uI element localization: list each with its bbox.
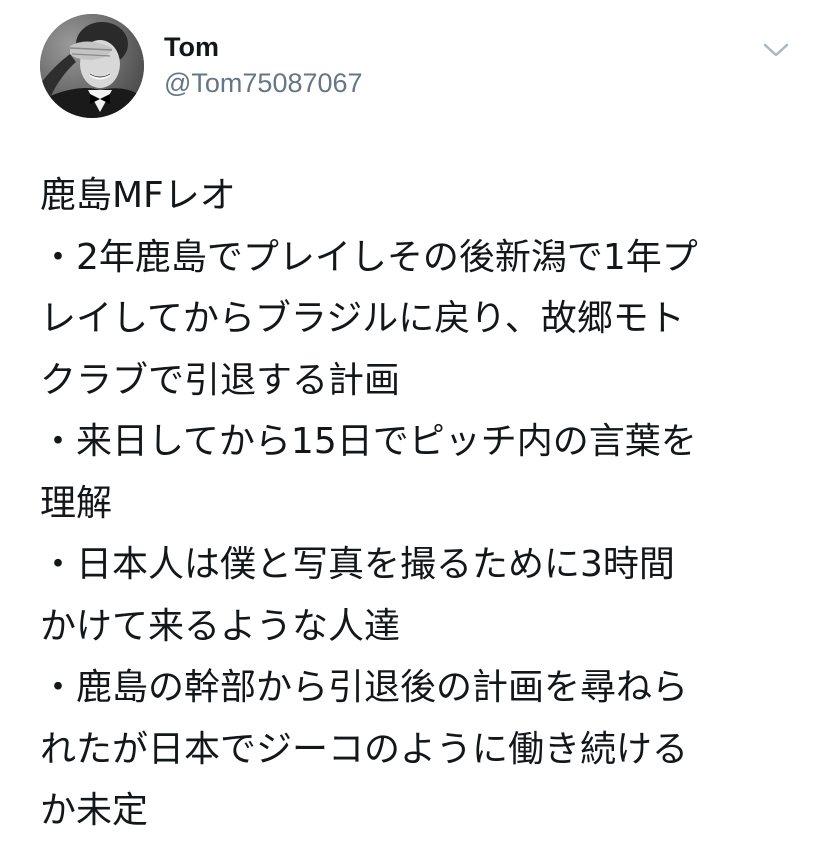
tweet-line: ・日本人は僕と写真を撮るために3時間 [40, 544, 675, 585]
tweet-line: かけて来るような人達 [40, 605, 401, 647]
tweet-line: レイしてからブラジルに戻り、故郷モト [40, 298, 685, 339]
tweet-header: Tom @Tom75087067 [40, 14, 800, 120]
avatar[interactable] [40, 14, 144, 118]
user-handle[interactable]: @Tom75087067 [164, 67, 363, 99]
profile-photo-icon [40, 14, 144, 118]
tweet-line: クラブで引退する計画 [40, 359, 401, 401]
user-name[interactable]: Tom [164, 32, 219, 62]
tweet-line: 理解 [40, 482, 113, 524]
tweet-line: れたが日本でジーコのように働き続ける [40, 728, 689, 770]
tweet-line: ・2年鹿島でプレイしその後新潟で1年プ [40, 236, 698, 278]
tweet-text: 鹿島MFレオ ・2年鹿島でプレイしその後新潟で1年プ レイしてからブラジルに戻り… [40, 165, 810, 842]
tweet-line: ・来日してから15日でピッチ内の言葉を [40, 421, 697, 462]
tweet-line: か未定 [40, 790, 149, 831]
chevron-down-icon[interactable] [762, 40, 790, 60]
tweet-line: 鹿島MFレオ [40, 175, 236, 216]
tweet-line: ・鹿島の幹部から引退後の計画を尋ねら [40, 667, 689, 708]
